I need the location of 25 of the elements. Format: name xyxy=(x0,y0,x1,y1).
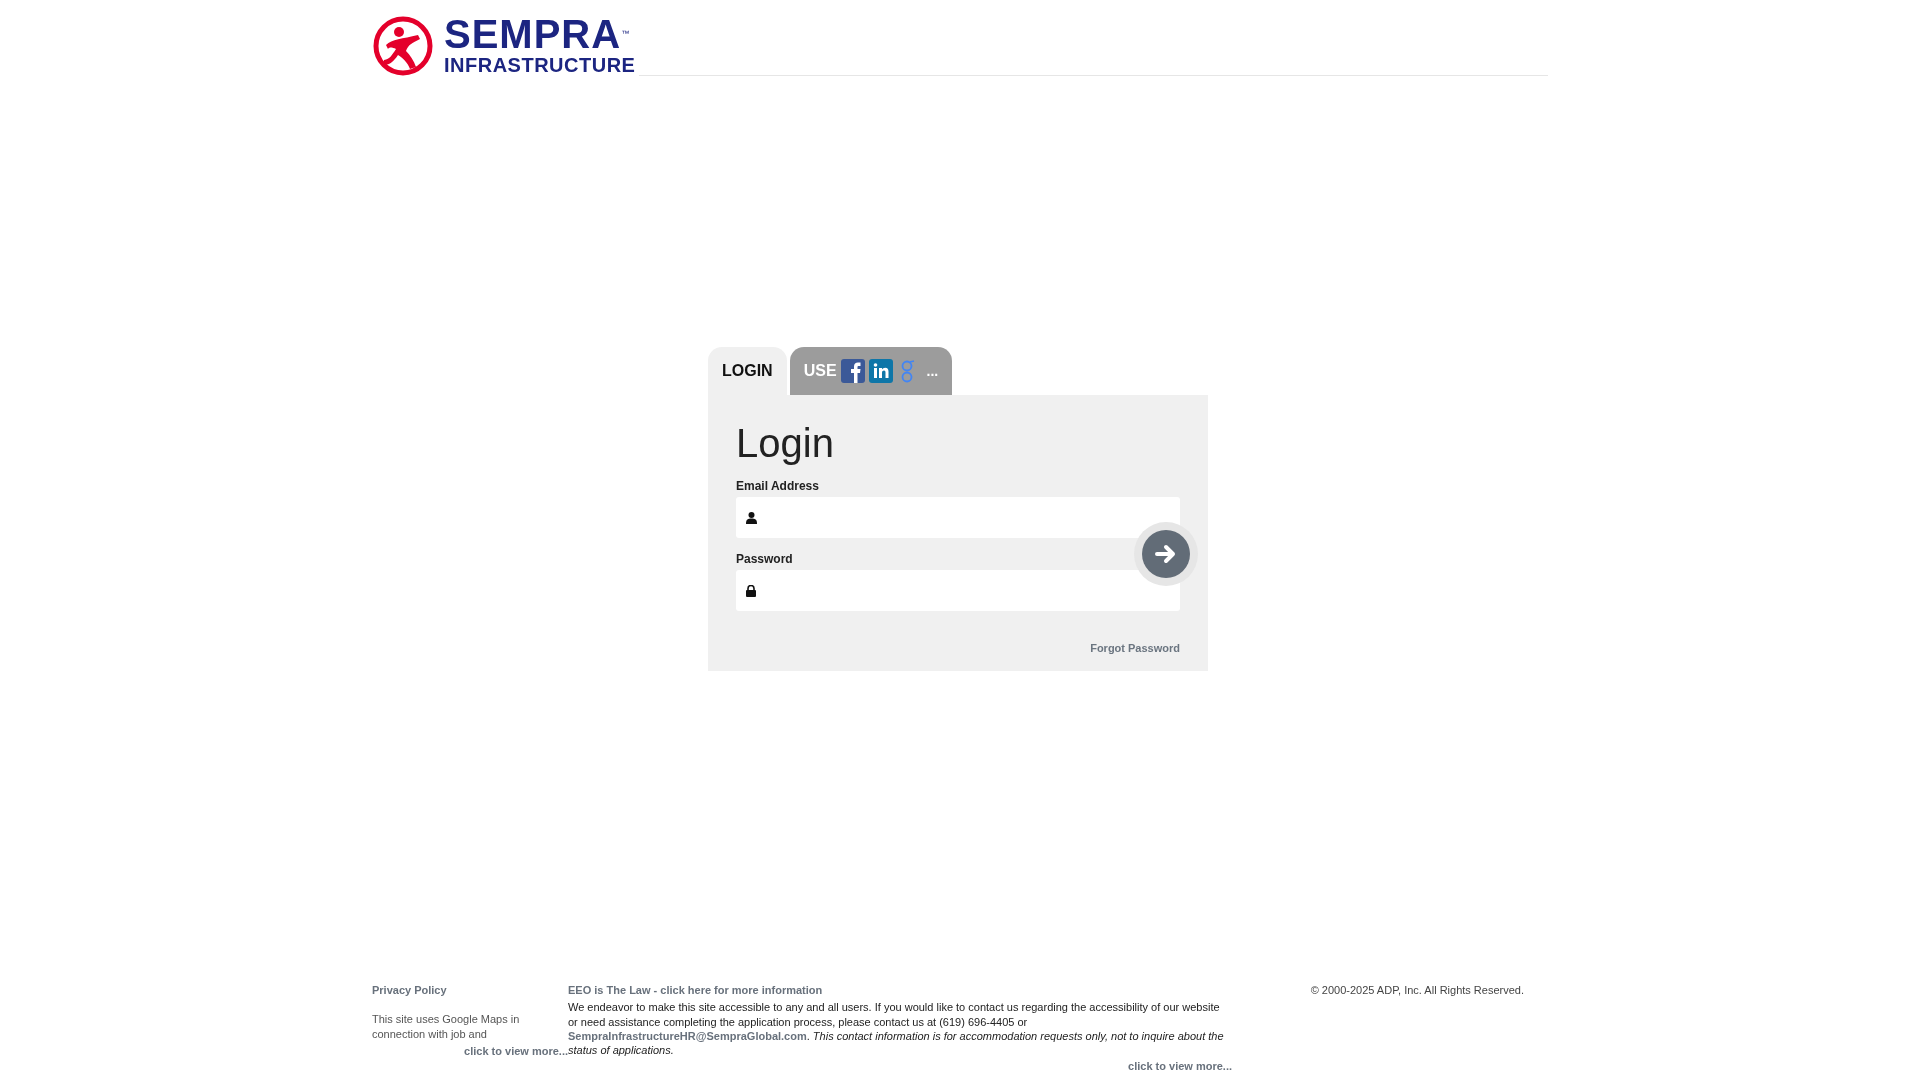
field-label: Email Address xyxy=(736,478,819,495)
user-icon xyxy=(746,511,757,524)
view-more-link[interactable]: click to view more... xyxy=(568,1057,1232,1074)
logo-wordmark: SEMPRA™ xyxy=(444,15,632,53)
login-heading: Login xyxy=(736,421,835,465)
forgot-password-link[interactable]: Forgot Password xyxy=(1090,642,1180,654)
logo-subtitle: INFRASTRUCTURE xyxy=(444,53,636,77)
view-more-link[interactable]: click to view more... xyxy=(372,1042,568,1060)
accessibility-statement: We endeavor to make this site accessible to any and all users. If you would like to contact us regarding the accessibility of our website or need assistance completing the application process, please contact us at (619) 696-4405 or SempraInfrastructureHR@SempraGlobal.com. This contact information is for accommodation requests only, not to inquire about the status of applications. xyxy=(568,1000,1225,1058)
lock-icon xyxy=(746,584,756,597)
password-field[interactable] xyxy=(736,570,1180,611)
email-link[interactable]: SempraInfrastructureHR@SempraGlobal.com xyxy=(568,1029,807,1042)
field-label: Password xyxy=(736,551,793,568)
copyright-text: © 2000-2025 ADP, Inc. All Rights Reserved. xyxy=(1310,983,1524,996)
logo-figure-icon xyxy=(372,15,434,77)
email-field[interactable] xyxy=(736,497,1180,538)
social-login-tab[interactable]: USE ... xyxy=(789,347,953,395)
maps-notice-text: This site uses Google Maps in connection with job and xyxy=(372,1012,521,1041)
submit-button[interactable] xyxy=(1142,530,1190,578)
login-tab[interactable]: LOGIN xyxy=(708,347,787,395)
arrow-right-icon xyxy=(1155,544,1177,564)
privacy-policy-link[interactable]: Privacy Policy xyxy=(372,981,568,999)
linkedin-icon[interactable] xyxy=(868,359,893,383)
eeo-law-link[interactable]: EEO is The Law - click here for more information xyxy=(568,983,823,996)
facebook-icon[interactable] xyxy=(840,359,865,383)
